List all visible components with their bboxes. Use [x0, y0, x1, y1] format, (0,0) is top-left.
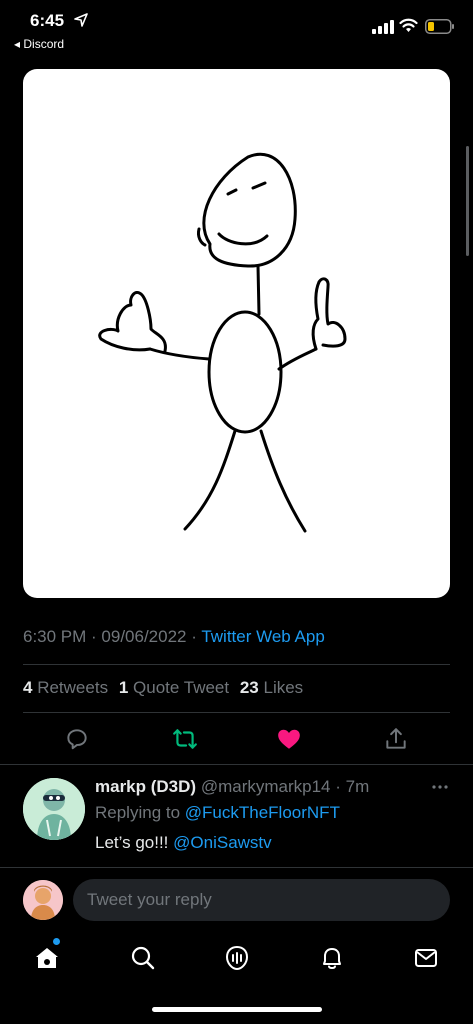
- replying-to-mention[interactable]: @FuckTheFloorNFT: [185, 803, 340, 822]
- nav-search[interactable]: [129, 944, 157, 972]
- divider: [23, 664, 450, 665]
- tweet-source-link[interactable]: Twitter Web App: [201, 627, 324, 646]
- spaces-icon: [225, 945, 249, 971]
- meta-separator: ·: [86, 627, 102, 646]
- new-content-dot: [53, 938, 60, 945]
- reply-handle[interactable]: @markymarkp14: [201, 777, 331, 796]
- reply-input[interactable]: Tweet your reply: [73, 879, 450, 921]
- divider: [0, 764, 473, 765]
- share-button[interactable]: [383, 726, 409, 752]
- notifications-icon: [323, 948, 341, 969]
- reply-header: markp (D3D) @markymarkp14 · 7m: [95, 777, 369, 797]
- replying-to-line: Replying to @FuckTheFloorNFT: [95, 803, 340, 823]
- home-icon: [36, 948, 58, 968]
- search-icon: [131, 946, 155, 970]
- reply-text: Let’s go!!! @OniSawstv: [95, 833, 272, 853]
- compose-reply-bar: Tweet your reply: [0, 867, 473, 932]
- tweet-timestamp-line: 6:30 PM · 09/06/2022 · Twitter Web App: [23, 627, 325, 647]
- user-avatar[interactable]: [23, 880, 63, 920]
- like-button[interactable]: [276, 726, 302, 752]
- reply-display-name[interactable]: markp (D3D): [95, 777, 196, 796]
- more-options-icon[interactable]: [430, 780, 450, 794]
- wifi-icon: [399, 18, 418, 32]
- reply-button[interactable]: [64, 726, 90, 752]
- retweet-icon: [173, 729, 197, 749]
- reply-icon: [67, 729, 87, 750]
- signal-icon: [372, 20, 394, 34]
- tweet-media-image[interactable]: [23, 69, 450, 598]
- tweet-date: 09/06/2022: [101, 627, 187, 646]
- reply-mention-link[interactable]: @OniSawstv: [173, 833, 272, 852]
- location-arrow-icon: [74, 13, 88, 27]
- nav-home[interactable]: [33, 944, 61, 972]
- likes-stat[interactable]: 23 Likes: [240, 678, 303, 697]
- reply-text-body: Let’s go!!!: [95, 833, 174, 852]
- home-indicator: [152, 1007, 322, 1012]
- status-bar: 6:45 ◂ Discord: [0, 0, 473, 58]
- tweet-stats: 4 Retweets 1 Quote Tweet 23 Likes: [23, 678, 303, 698]
- scroll-indicator: [466, 146, 469, 256]
- retweets-stat[interactable]: 4 Retweets: [23, 678, 108, 697]
- meta-separator: ·: [186, 627, 202, 646]
- nav-notifications[interactable]: [318, 944, 346, 972]
- status-time: 6:45: [30, 11, 65, 30]
- heart-icon: [278, 729, 300, 749]
- avatar[interactable]: [23, 778, 85, 840]
- nav-messages[interactable]: [412, 944, 440, 972]
- reply-time: · 7m: [330, 777, 370, 796]
- messages-icon: [415, 949, 437, 967]
- stick-figure-drawing-icon: [98, 152, 347, 533]
- share-icon: [386, 728, 406, 749]
- divider: [23, 712, 450, 713]
- avatar-image-icon: [23, 778, 85, 840]
- back-to-app-link[interactable]: ◂ Discord: [14, 37, 64, 51]
- quotes-stat[interactable]: 1 Quote Tweet: [119, 678, 229, 697]
- battery-icon: [425, 19, 454, 34]
- tweet-time: 6:30 PM: [23, 627, 87, 646]
- retweet-button[interactable]: [172, 726, 198, 752]
- replying-to-prefix: Replying to: [95, 803, 185, 822]
- nav-spaces[interactable]: [223, 944, 251, 972]
- user-avatar-image-icon: [23, 880, 63, 920]
